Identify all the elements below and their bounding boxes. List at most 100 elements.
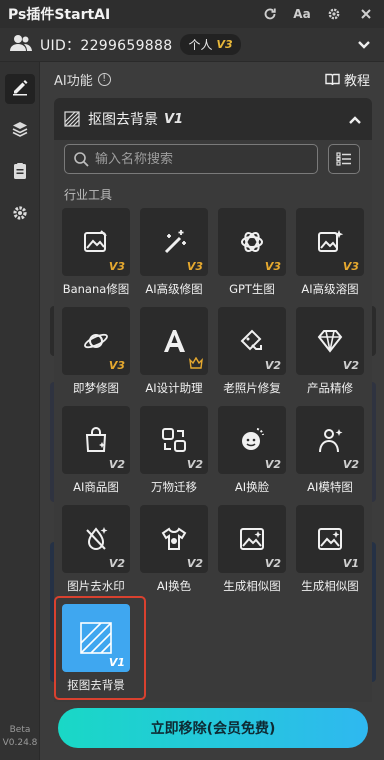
tool-item[interactable]: AI设计助理 <box>140 307 208 399</box>
tool-name: 图片去水印 <box>67 579 125 593</box>
recolor-shirt-icon <box>160 525 188 553</box>
tool-tile[interactable]: V2 <box>218 307 286 375</box>
tool-version: V2 <box>342 458 359 471</box>
tool-tile[interactable]: V2 <box>218 406 286 474</box>
diamond-icon <box>316 327 344 355</box>
tool-version: V2 <box>108 458 125 471</box>
settings-icon[interactable] <box>324 4 344 24</box>
section-header: AI功能 ! 教程 <box>54 68 370 90</box>
crown-icon <box>189 356 203 372</box>
list-icon <box>336 152 352 166</box>
tool-name: AI高级修图 <box>145 282 203 296</box>
tool-tile[interactable]: V3 <box>218 208 286 276</box>
tool-name: 老照片修复 <box>223 381 281 395</box>
tool-tile[interactable]: V3 <box>140 208 208 276</box>
tool-tile[interactable] <box>140 307 208 375</box>
image-sparkle-icon <box>316 228 344 256</box>
tool-tile[interactable]: V2 <box>140 406 208 474</box>
tool-item[interactable]: V3 GPT生图 <box>218 208 286 300</box>
tool-item[interactable]: V2 生成相似图 <box>218 505 286 597</box>
tool-item[interactable]: V2 图片去水印 <box>62 505 130 597</box>
transfer-icon <box>160 426 188 454</box>
tool-item[interactable]: V2 AI商品图 <box>62 406 130 498</box>
tool-tile[interactable]: V1 <box>296 505 364 573</box>
tool-item[interactable]: V2 AI模特图 <box>296 406 364 498</box>
app-title: Ps插件StartAI <box>8 7 111 23</box>
tool-version: V3 <box>264 260 281 273</box>
sidebar-item-notes[interactable] <box>5 158 35 188</box>
tool-version: V2 <box>264 359 281 372</box>
dropdown-version: V1 <box>164 111 184 127</box>
similar-image-icon <box>238 525 266 553</box>
sidebar: Beta V0.24.8 <box>0 62 40 760</box>
tool-tile[interactable]: V2 <box>296 307 364 375</box>
tool-version: V3 <box>342 260 359 273</box>
tool-item[interactable]: V2 老照片修复 <box>218 307 286 399</box>
book-icon <box>325 73 340 86</box>
tool-item[interactable]: V2 万物迁移 <box>140 406 208 498</box>
dropdown-selected: 抠图去背景 <box>88 112 158 128</box>
users-icon <box>10 34 32 56</box>
tool-name: AI商品图 <box>73 480 119 494</box>
tool-tile[interactable]: V2 <box>140 505 208 573</box>
section-title: AI功能 <box>54 73 93 89</box>
tool-item[interactable]: V3 AI高级修图 <box>140 208 208 300</box>
tool-version: V1 <box>342 557 359 570</box>
tool-tile[interactable]: V2 <box>62 406 130 474</box>
sidebar-item-edit[interactable] <box>5 74 35 104</box>
face-swap-icon <box>238 426 266 454</box>
no-watermark-icon <box>82 525 110 553</box>
info-icon[interactable]: ! <box>97 72 111 86</box>
tutorial-label: 教程 <box>343 73 370 89</box>
tool-item[interactable]: V2 产品精修 <box>296 307 364 399</box>
tool-tile[interactable]: V2 <box>296 406 364 474</box>
tool-tile[interactable]: V3 <box>62 208 130 276</box>
tool-name: AI模特图 <box>307 480 353 494</box>
tool-item[interactable]: V3 即梦修图 <box>62 307 130 399</box>
title-bar: Ps插件StartAI Aa <box>0 0 384 28</box>
tool-tile[interactable]: V2 <box>218 505 286 573</box>
main-area: AI功能 ! 教程 抠图去背景 V1 输入名称搜索 行业工具 V3 Banana… <box>40 62 384 760</box>
sidebar-item-layers[interactable] <box>5 116 35 146</box>
tool-item[interactable]: V2 AI换脸 <box>218 406 286 498</box>
gpt-logo-icon <box>238 228 266 256</box>
tool-item[interactable]: V3 AI高级溶图 <box>296 208 364 300</box>
brush-repair-icon <box>238 327 266 355</box>
magic-wand-icon <box>160 228 188 256</box>
search-input[interactable] <box>95 151 295 167</box>
chevron-up-icon[interactable] <box>348 110 362 129</box>
list-view-button[interactable] <box>328 144 360 174</box>
user-uid: UID：2299659888 <box>40 37 173 54</box>
tool-tile[interactable]: V2 <box>62 505 130 573</box>
refresh-icon[interactable] <box>260 4 280 24</box>
tool-name: 生成相似图 <box>301 579 359 593</box>
feature-dropdown[interactable]: 抠图去背景 V1 <box>54 98 372 140</box>
sidebar-item-settings[interactable] <box>5 200 35 230</box>
plan-level: V3 <box>216 38 233 51</box>
version-number: V0.24.8 <box>2 738 38 748</box>
tool-name: 万物迁移 <box>151 480 197 494</box>
tool-version: V3 <box>108 260 125 273</box>
tool-tile[interactable]: V3 <box>296 208 364 276</box>
tool-item[interactable]: V2 AI换色 <box>140 505 208 597</box>
tool-version: V2 <box>264 557 281 570</box>
tool-name: GPT生图 <box>229 282 275 296</box>
remove-now-button[interactable]: 立即移除(会员免费) <box>58 708 368 748</box>
user-bar: UID：2299659888 个人 V3 <box>0 28 384 62</box>
tool-name: AI高级溶图 <box>301 282 359 296</box>
tool-tile[interactable]: V3 <box>62 307 130 375</box>
tool-version: V2 <box>342 359 359 372</box>
font-size-icon[interactable]: Aa <box>292 4 312 24</box>
tool-version: V3 <box>108 359 125 372</box>
tool-item[interactable]: V3 Banana修图 <box>62 208 130 300</box>
clipboard-icon <box>12 162 28 184</box>
category-label: 行业工具 <box>64 188 113 202</box>
tool-version: V2 <box>186 458 203 471</box>
tool-item[interactable]: V1 生成相似图 <box>296 505 364 597</box>
search-box[interactable] <box>64 144 318 174</box>
chevron-down-icon[interactable] <box>354 35 374 55</box>
tutorial-link[interactable]: 教程 <box>325 70 370 89</box>
tool-version: V2 <box>108 557 125 570</box>
close-icon[interactable] <box>356 4 376 24</box>
tool-version: V2 <box>186 557 203 570</box>
